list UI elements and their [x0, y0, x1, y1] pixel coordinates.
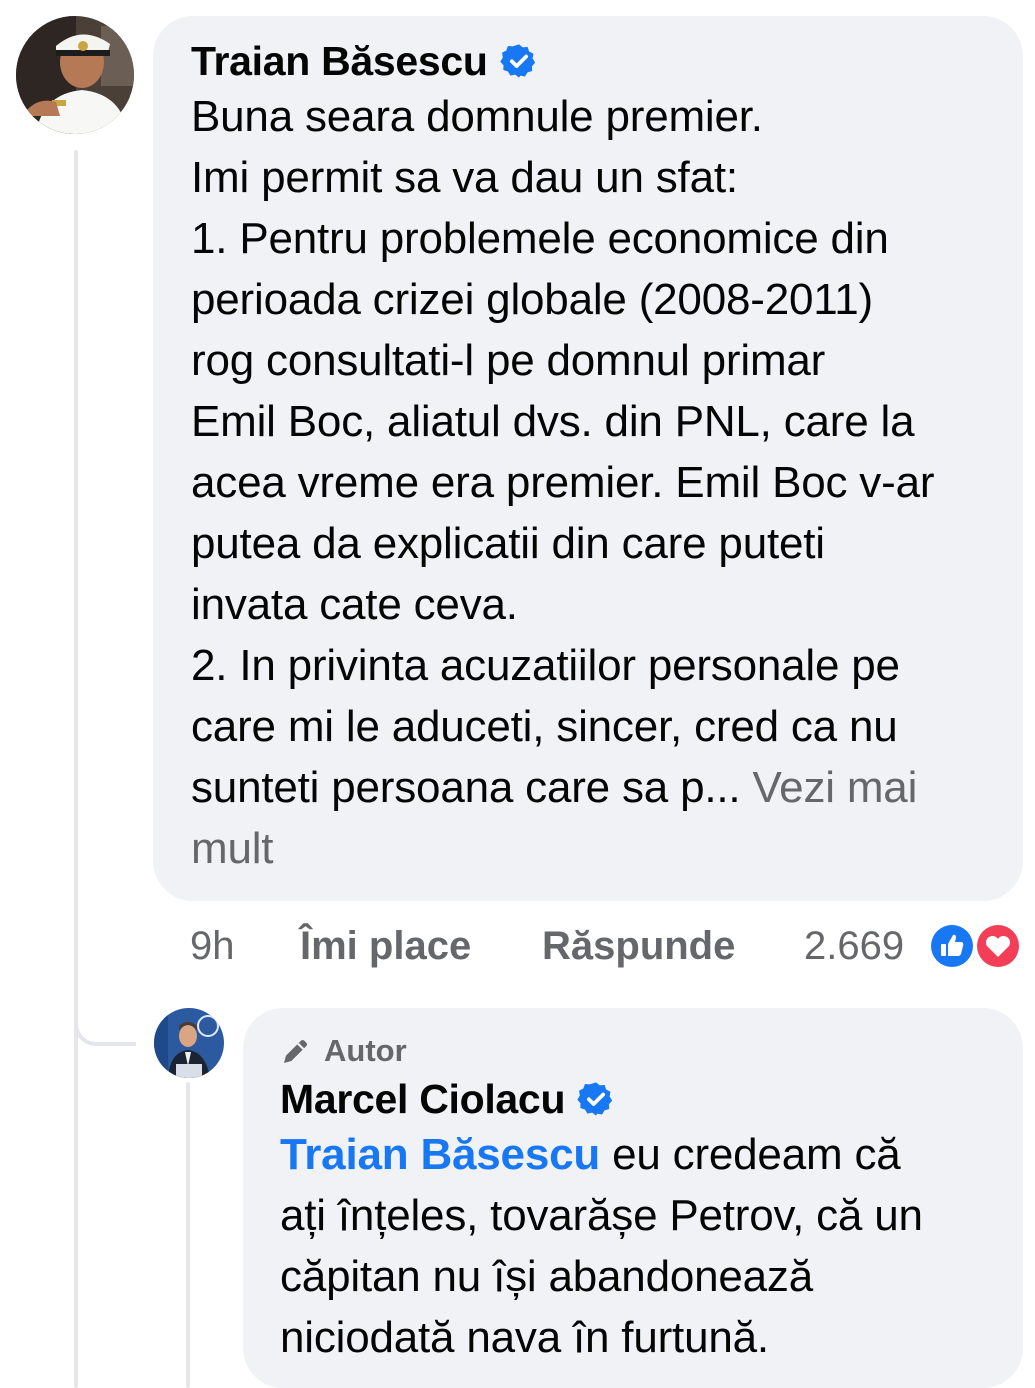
thread-line: [74, 150, 78, 1388]
reply-text-segment: eu credeam că: [600, 1130, 901, 1179]
comment-actions: 9h Îmi place Răspunde 2.669: [190, 918, 1030, 974]
comment-line: rog consultati-l pe domnul primar: [191, 336, 826, 385]
commenter-avatar[interactable]: [16, 16, 134, 134]
comment-timestamp[interactable]: 9h: [190, 924, 300, 969]
reply-thread-line: [186, 1082, 190, 1388]
comment-text: Buna seara domnule premier. Imi permit s…: [191, 86, 1003, 879]
verified-badge-icon: [577, 1080, 615, 1118]
pencil-icon: [280, 1035, 312, 1067]
reply-line: niciodată nava în furtună.: [280, 1313, 769, 1362]
comment-line: invata cate ceva.: [191, 580, 518, 629]
comment-line: Buna seara domnule premier.: [191, 92, 763, 141]
author-badge: Autor: [280, 1032, 1003, 1070]
commenter-name[interactable]: Traian Băsescu: [191, 38, 488, 85]
comment-line: putea da explicatii din care puteti: [191, 519, 825, 568]
comment-line: 2. In privinta acuzatiilor personale pe: [191, 641, 900, 690]
comment-line: acea vreme era premier. Emil Boc v-ar: [191, 458, 935, 507]
comment-line: Imi permit sa va dau un sfat:: [191, 153, 738, 202]
reply-bubble: Autor Marcel Ciolacu Traian Băsescu eu c…: [243, 1008, 1023, 1388]
reply-line: căpitan nu își abandonează: [280, 1252, 814, 1301]
comment-line: 1. Pentru problemele economice din: [191, 214, 889, 263]
like-button[interactable]: Îmi place: [300, 924, 542, 969]
love-icon: [974, 922, 1022, 970]
mention-link[interactable]: Traian Băsescu: [280, 1130, 600, 1179]
reply-button[interactable]: Răspunde: [542, 924, 804, 969]
comment-line: care mi le aduceti, sincer, cred ca nu: [191, 702, 898, 751]
reaction-count[interactable]: 2.669: [804, 924, 904, 969]
comment-header: Traian Băsescu: [191, 36, 1003, 86]
comment-line: sunteti persoana care sa p... Vezi mai: [191, 757, 1003, 818]
comment-bubble: Traian Băsescu Buna seara domnule premie…: [153, 16, 1023, 901]
comment-line: perioada crizei globale (2008-2011): [191, 275, 873, 324]
comment-line: Emil Boc, aliatul dvs. din PNL, care la: [191, 397, 915, 446]
author-badge-label: Autor: [324, 1033, 407, 1068]
reply-text: Traian Băsescu eu credeam că ați înțeles…: [280, 1124, 1003, 1368]
reply-header: Marcel Ciolacu: [280, 1074, 1003, 1124]
thread-connector: [74, 980, 136, 1046]
see-more-link[interactable]: Vezi mai: [752, 763, 917, 812]
verified-badge-icon: [499, 42, 538, 80]
comment-truncated-text: sunteti persoana care sa p...: [191, 763, 753, 812]
like-icon: [928, 922, 976, 970]
see-more-link-continued[interactable]: mult: [191, 818, 1003, 879]
reply-line: ați înțeles, tovarășe Petrov, că un: [280, 1191, 923, 1240]
reply-line: Traian Băsescu eu credeam că: [280, 1124, 1003, 1185]
reply-author-avatar[interactable]: [154, 1008, 224, 1078]
reply-author-name[interactable]: Marcel Ciolacu: [280, 1076, 565, 1123]
reaction-icons[interactable]: [926, 920, 1026, 972]
